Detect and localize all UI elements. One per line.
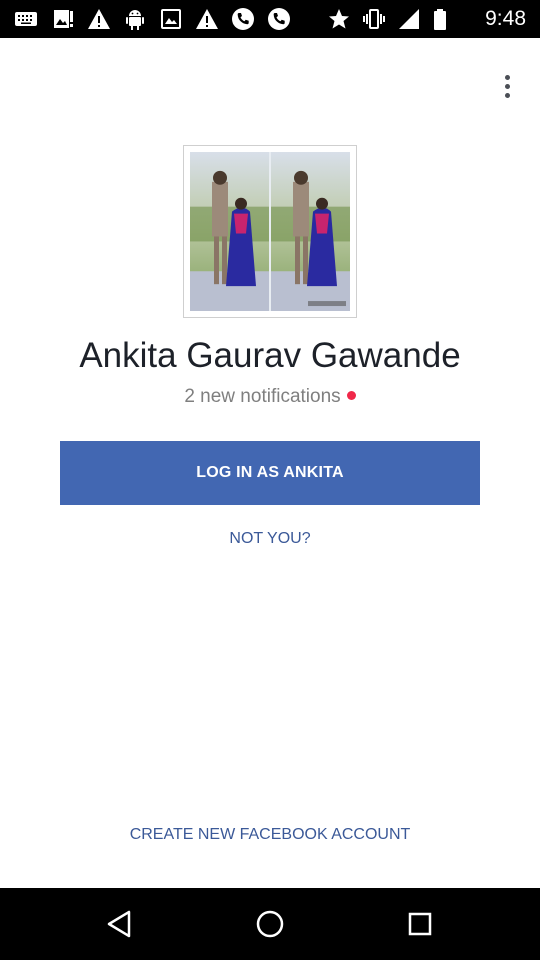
battery-icon [428, 7, 452, 31]
menu-dot [504, 83, 510, 89]
status-bar: 9:48 [0, 0, 540, 38]
create-account-link[interactable]: CREATE NEW FACEBOOK ACCOUNT [0, 826, 540, 844]
keyboard-icon [14, 7, 38, 31]
notifications-text: 2 new notifications [0, 386, 540, 408]
not-you-link[interactable]: NOT YOU? [0, 530, 540, 548]
phone-call-icon [267, 7, 291, 31]
star-icon [327, 7, 351, 31]
status-time: 9:48 [485, 7, 526, 30]
android-icon [123, 7, 147, 31]
home-circle-icon[interactable] [250, 906, 290, 942]
profile-photo-image [190, 152, 350, 311]
recents-square-icon[interactable] [400, 906, 440, 942]
navigation-bar [0, 888, 540, 960]
menu-dot [504, 92, 510, 98]
signal-icon [397, 7, 421, 31]
login-button[interactable]: LOG IN AS ANKITA [60, 441, 480, 505]
menu-dot [504, 74, 510, 80]
warning-icon [87, 7, 111, 31]
vibrate-icon [362, 7, 386, 31]
back-triangle-icon[interactable] [100, 906, 140, 942]
phone-call-icon [231, 7, 255, 31]
photo-alert-icon [51, 7, 75, 31]
profile-photo [183, 145, 357, 318]
notifications-label: 2 new notifications [184, 386, 341, 407]
more-vertical-icon[interactable] [494, 72, 520, 100]
image-icon [159, 7, 183, 31]
warning-icon [195, 7, 219, 31]
notification-dot-icon [346, 391, 356, 400]
profile-name: Ankita Gaurav Gawande [79, 336, 461, 375]
